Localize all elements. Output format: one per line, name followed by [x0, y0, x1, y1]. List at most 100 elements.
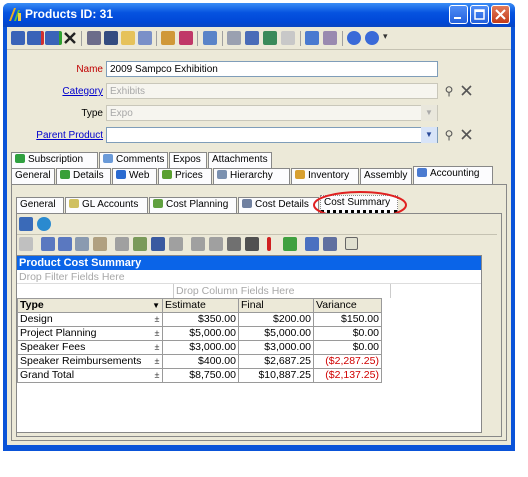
sort-desc-icon[interactable] [58, 237, 72, 251]
variance-cell: ($2,287.25) [313, 354, 382, 369]
alert-icon[interactable] [267, 237, 271, 251]
column-header-variance[interactable]: Variance [313, 298, 382, 313]
category-field[interactable]: Exhibits [106, 83, 438, 99]
final-cell: $10,887.25 [238, 368, 314, 383]
type-select[interactable]: Expo [106, 105, 438, 121]
web-icon [116, 170, 126, 179]
fieldlist-icon[interactable] [323, 237, 337, 251]
copy-icon[interactable] [19, 237, 33, 251]
toolbar-separator [222, 31, 223, 46]
tab-accounting[interactable]: Accounting [413, 166, 493, 184]
toolbar-separator [156, 31, 157, 46]
subtab-cost-planning[interactable]: Cost Planning [149, 197, 237, 213]
main-toolbar: ▾ [7, 27, 511, 50]
tab-expos[interactable]: Expos [169, 152, 207, 168]
variance-cell: ($2,137.25) [313, 368, 382, 383]
pivot-customize-icon[interactable] [19, 217, 33, 231]
find-icon[interactable] [104, 31, 118, 45]
close-button[interactable] [491, 5, 510, 24]
folder-icon[interactable] [121, 31, 135, 45]
parent-dropdown-icon[interactable]: ▼ [421, 127, 437, 143]
tab-hierarchy[interactable]: Hierarchy [213, 168, 290, 184]
close-icon [495, 9, 506, 20]
name-field[interactable]: 2009 Sampco Exhibition [106, 61, 438, 77]
eraser-icon[interactable] [305, 31, 319, 45]
layout-icon[interactable] [323, 31, 337, 45]
tab-general[interactable]: General [11, 168, 55, 184]
comments-icon [103, 154, 113, 163]
grid-icon[interactable] [227, 237, 241, 251]
subtab-gl-accounts[interactable]: GL Accounts [65, 197, 148, 213]
dropdown-arrow-icon[interactable]: ▼ [152, 299, 160, 312]
save-close-icon[interactable] [27, 31, 44, 45]
table-row: Design ± $350.00 $200.00 $150.00 [17, 312, 382, 327]
collapse-icon[interactable] [191, 237, 205, 251]
edit-icon[interactable] [161, 31, 175, 45]
tab-prices[interactable]: Prices [158, 168, 212, 184]
row-field-header[interactable]: Type ▼ [17, 298, 163, 313]
table-icon[interactable] [245, 237, 259, 251]
binoculars-icon[interactable]: ⚲ [441, 83, 457, 99]
tab-details[interactable]: Details [56, 168, 111, 184]
expand-icon[interactable]: ± [154, 369, 160, 382]
sort-asc-icon[interactable] [41, 237, 55, 251]
toolbar-divider [17, 234, 497, 235]
maximize-button[interactable] [470, 5, 489, 24]
refresh-icon[interactable] [245, 31, 259, 45]
binoculars-icon[interactable]: ⚲ [441, 127, 457, 143]
title-bar[interactable]: Products ID: 31 [3, 3, 515, 27]
parent-product-field[interactable] [106, 127, 438, 143]
type-dropdown-icon[interactable]: ▼ [421, 105, 437, 121]
help-icon[interactable] [345, 237, 358, 250]
column-header-estimate[interactable]: Estimate [162, 298, 239, 313]
percent-icon[interactable] [169, 237, 183, 251]
pivot-refresh-icon[interactable] [37, 217, 51, 231]
tab-inventory[interactable]: Inventory [291, 168, 359, 184]
expand-icon[interactable]: ± [154, 327, 160, 340]
sum-icon[interactable] [115, 237, 129, 251]
products-window: Products ID: 31 ▾ Name 2009 Sampco Exhib… [3, 3, 515, 451]
merge-icon[interactable] [227, 31, 241, 45]
print-icon[interactable] [87, 31, 101, 45]
drop-column-zone[interactable]: Drop Column Fields Here [173, 284, 391, 298]
filter-icon[interactable] [75, 237, 89, 251]
save-icon[interactable] [11, 31, 25, 45]
subtab-cost-details[interactable]: Cost Details [238, 197, 319, 213]
tab-comments[interactable]: Comments [99, 152, 168, 168]
info-icon[interactable] [365, 31, 379, 45]
estimate-cell: $8,750.00 [162, 368, 239, 383]
save-new-icon[interactable] [45, 31, 62, 45]
tools-icon[interactable] [179, 31, 193, 45]
properties-icon[interactable] [305, 237, 319, 251]
clear-icon[interactable] [459, 83, 475, 99]
toolbar-separator [300, 31, 301, 46]
delete-icon[interactable] [63, 31, 77, 45]
expand-icon[interactable]: ± [154, 341, 160, 354]
parent-product-label[interactable]: Parent Product [7, 130, 103, 141]
expand-icon[interactable]: ± [154, 355, 160, 368]
link-icon[interactable] [281, 31, 295, 45]
tab-web[interactable]: Web [112, 168, 157, 184]
list-icon[interactable] [138, 31, 152, 45]
search-icon[interactable] [263, 31, 277, 45]
minimize-button[interactable] [449, 5, 468, 24]
expand-icon[interactable] [209, 237, 223, 251]
expand-icon[interactable]: ± [154, 313, 160, 326]
tab-assembly[interactable]: Assembly [360, 168, 412, 184]
table-row: Project Planning ± $5,000.00 $5,000.00 $0… [17, 326, 382, 341]
calc-icon[interactable] [133, 237, 147, 251]
column-header-final[interactable]: Final [238, 298, 314, 313]
category-label[interactable]: Category [7, 86, 103, 97]
help-icon[interactable] [347, 31, 361, 45]
export-icon[interactable] [283, 237, 297, 251]
chart-icon[interactable] [151, 237, 165, 251]
tab-subscription[interactable]: Subscription [11, 152, 98, 168]
group-icon[interactable] [93, 237, 107, 251]
gl-accounts-icon [69, 199, 79, 208]
subtab-general[interactable]: General [16, 197, 64, 213]
toolbar-overflow-icon[interactable]: ▾ [383, 31, 389, 45]
tab-attachments[interactable]: Attachments [208, 152, 272, 168]
copy-icon[interactable] [203, 31, 217, 45]
drop-filter-zone[interactable]: Drop Filter Fields Here [17, 270, 481, 284]
clear-icon[interactable] [459, 127, 475, 143]
